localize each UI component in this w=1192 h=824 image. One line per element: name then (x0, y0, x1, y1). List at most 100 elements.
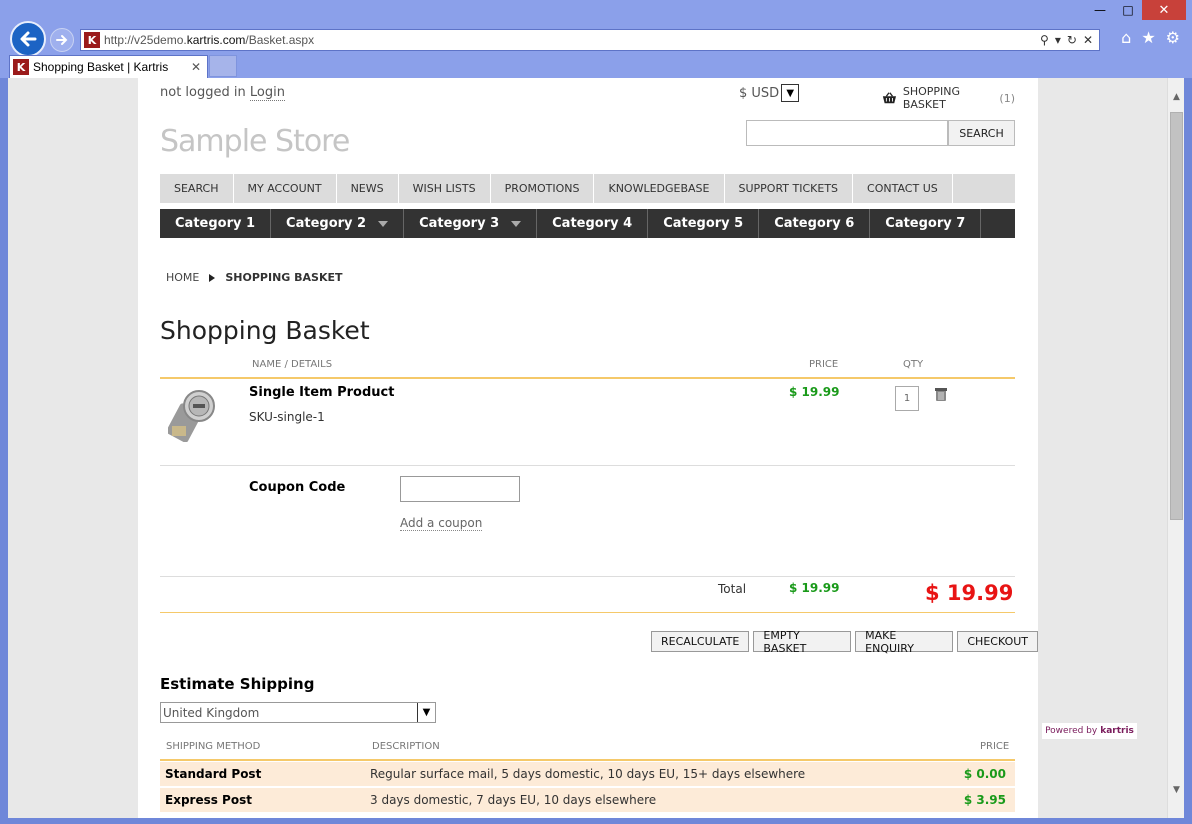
search-button[interactable]: SEARCH (948, 120, 1015, 146)
menu-item-news[interactable]: NEWS (337, 174, 399, 203)
scroll-thumb[interactable] (1170, 112, 1183, 520)
product-price: $ 19.99 (789, 385, 840, 399)
shipping-method: Express Post (165, 793, 252, 807)
tab-close-icon[interactable]: ✕ (191, 60, 207, 74)
category-bar: Category 1 Category 2 Category 3 Category 4… (160, 209, 1015, 238)
minimize-icon[interactable]: — (1086, 0, 1114, 20)
grand-total: $ 19.99 (925, 581, 1014, 605)
make-enquiry-button[interactable]: MAKE ENQUIRY (855, 629, 954, 655)
shipping-row[interactable]: Standard Post Regular surface mail, 5 day… (160, 762, 1015, 786)
category-item-5[interactable]: Category 5 (648, 209, 760, 238)
settings-gear-icon[interactable]: ⚙ (1166, 28, 1180, 47)
col-name-header: NAME / DETAILS (252, 359, 333, 370)
breadcrumb-current: SHOPPING BASKET (225, 271, 343, 284)
menu-item-wish-lists[interactable]: WISH LISTS (399, 174, 491, 203)
add-coupon-link[interactable]: Add a coupon (400, 516, 483, 531)
shipping-method: Standard Post (165, 767, 262, 781)
new-tab-button[interactable] (209, 55, 237, 77)
menu-item-my-account[interactable]: MY ACCOUNT (234, 174, 337, 203)
favorites-star-icon[interactable]: ★ (1141, 28, 1155, 47)
chevron-down-icon (511, 220, 522, 227)
forward-arrow-icon (56, 35, 68, 45)
search-icon[interactable]: ⚲ (1040, 33, 1049, 47)
menu-item-search[interactable]: SEARCH (160, 174, 234, 203)
browser-chrome: — □ ✕ K http://v25demo.kartris.com/Baske… (0, 0, 1192, 78)
page-title: Shopping Basket (160, 316, 370, 345)
dropdown-icon[interactable]: ▾ (1055, 33, 1061, 47)
back-button[interactable] (10, 21, 46, 57)
category-item-6[interactable]: Category 6 (759, 209, 871, 238)
chevron-down-icon (378, 220, 389, 227)
scroll-up-icon[interactable]: ▲ (1168, 88, 1185, 105)
breadcrumb: HOME SHOPPING BASKET (166, 271, 343, 284)
menu-item-support-tickets[interactable]: SUPPORT TICKETS (725, 174, 854, 203)
basket-actions: RECALCULATE EMPTY BASKET MAKE ENQUIRY CH… (651, 629, 1038, 655)
menu-item-knowledgebase[interactable]: KNOWLEDGEBASE (594, 174, 725, 203)
category-item-4[interactable]: Category 4 (537, 209, 649, 238)
url-text[interactable]: http://v25demo.kartris.com/Basket.aspx (104, 33, 1040, 47)
remove-item-icon[interactable] (934, 387, 948, 402)
address-bar[interactable]: K http://v25demo.kartris.com/Basket.aspx… (80, 29, 1100, 51)
category-item-3[interactable]: Category 3 (404, 209, 538, 238)
breadcrumb-home[interactable]: HOME (166, 271, 199, 284)
close-url-icon[interactable]: ✕ (1083, 33, 1093, 47)
basket-link[interactable]: SHOPPING BASKET (1) (882, 85, 1015, 111)
product-name[interactable]: Single Item Product (249, 385, 394, 400)
product-sku: SKU-single-1 (249, 410, 325, 424)
category-label: Category 1 (175, 216, 256, 231)
address-tools: ⚲ ▾ ↻ ✕ (1040, 33, 1099, 47)
basket-top-rule (160, 377, 1015, 379)
powered-by-text: Powered by (1045, 726, 1098, 736)
shipping-row[interactable]: Express Post 3 days domestic, 7 days EU, … (160, 788, 1015, 812)
breadcrumb-arrow-icon (209, 273, 216, 282)
forward-button[interactable] (50, 28, 74, 52)
quantity-input[interactable]: 1 (895, 386, 919, 411)
powered-by-brand: kartris (1100, 726, 1134, 736)
tab-title: Shopping Basket | Kartris (33, 60, 169, 74)
category-item-2[interactable]: Category 2 (271, 209, 405, 238)
total-price: $ 19.99 (789, 581, 840, 595)
col-qty-header: QTY (903, 359, 924, 370)
category-label: Category 7 (885, 216, 966, 231)
search-input[interactable] (746, 120, 948, 146)
site-favicon-icon: K (84, 32, 100, 48)
currency-value: $ USD (739, 85, 780, 101)
country-select[interactable]: United Kingdom ▼ (160, 702, 436, 723)
coupon-input[interactable] (400, 476, 520, 502)
scroll-down-icon[interactable]: ▼ (1168, 781, 1185, 798)
menu-item-promotions[interactable]: PROMOTIONS (491, 174, 595, 203)
category-item-1[interactable]: Category 1 (160, 209, 272, 238)
recalculate-button[interactable]: RECALCULATE (651, 631, 750, 652)
close-window-icon[interactable]: ✕ (1142, 0, 1186, 20)
store-page: not logged in Login $ USD ▼ SHOPPING BAS… (138, 78, 1038, 818)
vertical-scrollbar[interactable]: ▲ ▼ (1167, 78, 1184, 818)
powered-by-badge[interactable]: Powered by kartris (1042, 723, 1137, 739)
browser-tab[interactable]: K Shopping Basket | Kartris ✕ (9, 55, 208, 78)
checkout-button[interactable]: CHECKOUT (957, 631, 1038, 652)
refresh-icon[interactable]: ↻ (1067, 33, 1077, 47)
page-viewport: not logged in Login $ USD ▼ SHOPPING BAS… (8, 78, 1167, 818)
shipping-price: $ 3.95 (963, 793, 1006, 807)
back-arrow-icon (20, 31, 37, 47)
home-icon[interactable]: ⌂ (1121, 28, 1131, 47)
maximize-icon[interactable]: □ (1114, 0, 1142, 20)
basket-label: SHOPPING BASKET (902, 85, 961, 111)
total-label: Total (718, 582, 747, 596)
top-bar: not logged in Login $ USD ▼ SHOPPING BAS… (160, 83, 1015, 111)
shipping-method-header: SHIPPING METHOD (166, 741, 261, 752)
menu-item-contact-us[interactable]: CONTACT US (853, 174, 953, 203)
basket-count: (1) (999, 91, 1015, 105)
browser-tools: ⌂ ★ ⚙ (1121, 28, 1180, 47)
shipping-desc-header: DESCRIPTION (372, 741, 440, 752)
tab-favicon-icon: K (13, 59, 29, 75)
chevron-down-icon[interactable]: ▼ (781, 84, 800, 102)
category-item-7[interactable]: Category 7 (870, 209, 982, 238)
empty-basket-button[interactable]: EMPTY BASKET (753, 629, 852, 655)
category-label: Category 6 (774, 216, 855, 231)
login-link[interactable]: Login (249, 85, 285, 101)
store-logo[interactable]: Sample Store (160, 124, 350, 159)
product-image[interactable] (168, 384, 218, 442)
country-value: United Kingdom (163, 705, 260, 720)
chevron-down-icon[interactable]: ▼ (417, 703, 435, 722)
currency-select[interactable]: $ USD ▼ (739, 84, 800, 102)
